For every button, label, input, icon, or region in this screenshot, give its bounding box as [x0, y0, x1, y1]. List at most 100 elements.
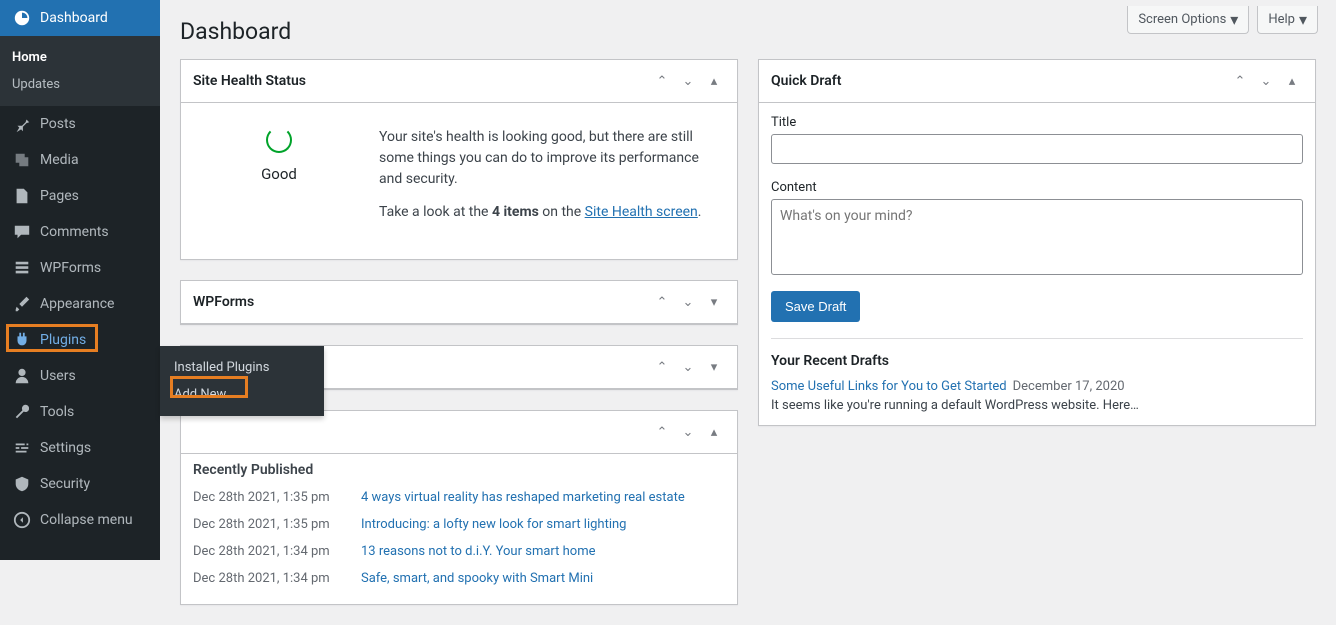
panel-toggle-icon[interactable]: ▴ [703, 70, 725, 92]
sidebar-label: Plugins [40, 332, 86, 348]
draft-title-input[interactable] [771, 134, 1303, 164]
collapse-icon [12, 510, 32, 530]
recent-draft-date: December 17, 2020 [1013, 379, 1125, 394]
sidebar-label: Dashboard [40, 10, 108, 26]
panel-title: Site Health Status [193, 73, 306, 89]
sidebar-sub-updates[interactable]: Updates [0, 71, 160, 98]
main-content: Screen Options ▾ Help ▾ Dashboard Site H… [160, 0, 1336, 560]
sidebar-submenu-dashboard: Home Updates [0, 36, 160, 106]
form-icon [12, 258, 32, 278]
flyout-installed-plugins[interactable]: Installed Plugins [160, 354, 324, 381]
recent-draft-row: Some Useful Links for You to Get Started… [771, 379, 1303, 394]
flyout-add-new[interactable]: Add New [160, 381, 324, 408]
sidebar-label: Settings [40, 440, 91, 456]
sidebar-item-dashboard[interactable]: Dashboard [0, 0, 160, 36]
plugin-icon [12, 330, 32, 350]
sidebar-item-posts[interactable]: Posts [0, 106, 160, 142]
activity-post-link[interactable]: 13 reasons not to d.i.Y. Your smart home [361, 544, 595, 559]
save-draft-button[interactable]: Save Draft [771, 291, 860, 322]
admin-sidebar: Dashboard Home Updates Posts Media Pages… [0, 0, 160, 560]
panel-toggle-icon[interactable]: ▴ [703, 421, 725, 443]
caret-down-icon: ▾ [1299, 10, 1307, 29]
sidebar-label: Posts [40, 116, 76, 132]
screen-meta-buttons: Screen Options ▾ Help ▾ [1127, 6, 1318, 34]
panel-move-down-icon[interactable]: ⌄ [677, 356, 699, 378]
sidebar-label: WPForms [40, 260, 101, 276]
sidebar-item-tools[interactable]: Tools [0, 394, 160, 430]
panel-move-down-icon[interactable]: ⌄ [677, 291, 699, 313]
media-icon [12, 150, 32, 170]
user-icon [12, 366, 32, 386]
sidebar-item-users[interactable]: Users [0, 358, 160, 394]
help-button[interactable]: Help ▾ [1257, 6, 1318, 34]
sidebar-item-plugins[interactable]: Plugins [0, 322, 160, 358]
site-health-link[interactable]: Site Health screen [585, 204, 698, 220]
panel-toggle-icon[interactable]: ▾ [703, 356, 725, 378]
caret-down-icon: ▾ [1230, 10, 1238, 29]
panel-move-up-icon[interactable]: ⌃ [651, 291, 673, 313]
slider-icon [12, 438, 32, 458]
activity-row: Dec 28th 2021, 1:34 pm Safe, smart, and s… [193, 565, 725, 592]
panel-site-health: Site Health Status ⌃ ⌄ ▴ Good Your site'… [180, 59, 738, 260]
activity-date: Dec 28th 2021, 1:34 pm [193, 571, 343, 586]
sidebar-item-settings[interactable]: Settings [0, 430, 160, 466]
dashboard-icon [12, 8, 32, 28]
panel-move-down-icon[interactable]: ⌄ [677, 70, 699, 92]
sidebar-item-comments[interactable]: Comments [0, 214, 160, 250]
health-description: Your site's health is looking good, but … [379, 127, 719, 190]
pin-icon [12, 114, 32, 134]
sidebar-label: Pages [40, 188, 79, 204]
health-items-line: Take a look at the 4 items on the Site H… [379, 202, 719, 223]
panel-title: Quick Draft [771, 73, 841, 89]
recent-draft-excerpt: It seems like you're running a default W… [771, 398, 1303, 413]
sidebar-collapse[interactable]: Collapse menu [0, 502, 160, 538]
plugins-flyout: Installed Plugins Add New [160, 346, 324, 416]
activity-post-link[interactable]: Introducing: a lofty new look for smart … [361, 517, 626, 532]
panel-move-down-icon[interactable]: ⌄ [677, 421, 699, 443]
sidebar-label: Appearance [40, 296, 114, 312]
recent-drafts-title: Your Recent Drafts [771, 353, 1303, 369]
comment-icon [12, 222, 32, 242]
screen-options-button[interactable]: Screen Options ▾ [1127, 6, 1249, 34]
sidebar-item-media[interactable]: Media [0, 142, 160, 178]
draft-content-textarea[interactable] [771, 199, 1303, 275]
sidebar-label: Media [40, 152, 79, 168]
shield-icon [12, 474, 32, 494]
sidebar-item-wpforms[interactable]: WPForms [0, 250, 160, 286]
sidebar-label: Tools [40, 404, 74, 420]
health-indicator-icon [266, 127, 292, 153]
activity-date: Dec 28th 2021, 1:34 pm [193, 544, 343, 559]
sidebar-item-pages[interactable]: Pages [0, 178, 160, 214]
sidebar-label: Collapse menu [40, 512, 133, 528]
page-icon [12, 186, 32, 206]
panel-title: WPForms [193, 294, 254, 310]
panel-move-up-icon[interactable]: ⌃ [651, 356, 673, 378]
panel-wpforms: WPForms ⌃ ⌄ ▾ [180, 280, 738, 325]
activity-subtitle: Recently Published [193, 454, 725, 484]
panel-toggle-icon[interactable]: ▴ [1281, 70, 1303, 92]
title-label: Title [771, 115, 1303, 130]
sidebar-sub-home[interactable]: Home [0, 44, 160, 71]
activity-row: Dec 28th 2021, 1:35 pm 4 ways virtual rea… [193, 484, 725, 511]
panel-move-down-icon[interactable]: ⌄ [1255, 70, 1277, 92]
panel-move-up-icon[interactable]: ⌃ [1229, 70, 1251, 92]
panel-move-up-icon[interactable]: ⌃ [651, 70, 673, 92]
panel-toggle-icon[interactable]: ▾ [703, 291, 725, 313]
sidebar-label: Users [40, 368, 76, 384]
brush-icon [12, 294, 32, 314]
sidebar-item-security[interactable]: Security [0, 466, 160, 502]
activity-row: Dec 28th 2021, 1:35 pm Introducing: a lof… [193, 511, 725, 538]
panel-move-up-icon[interactable]: ⌃ [651, 421, 673, 443]
sidebar-label: Security [40, 476, 90, 492]
activity-date: Dec 28th 2021, 1:35 pm [193, 490, 343, 505]
sidebar-item-appearance[interactable]: Appearance [0, 286, 160, 322]
health-status-text: Good [199, 165, 359, 183]
recent-draft-link[interactable]: Some Useful Links for You to Get Started [771, 379, 1007, 394]
activity-row: Dec 28th 2021, 1:34 pm 13 reasons not to … [193, 538, 725, 565]
activity-post-link[interactable]: 4 ways virtual reality has reshaped mark… [361, 490, 685, 505]
wrench-icon [12, 402, 32, 422]
panel-quick-draft: Quick Draft ⌃ ⌄ ▴ Title Content Save Dra… [758, 59, 1316, 426]
activity-date: Dec 28th 2021, 1:35 pm [193, 517, 343, 532]
activity-post-link[interactable]: Safe, smart, and spooky with Smart Mini [361, 571, 593, 586]
panel-activity: ⌃ ⌄ ▴ Recently Published Dec 28th 2021, … [180, 410, 738, 605]
